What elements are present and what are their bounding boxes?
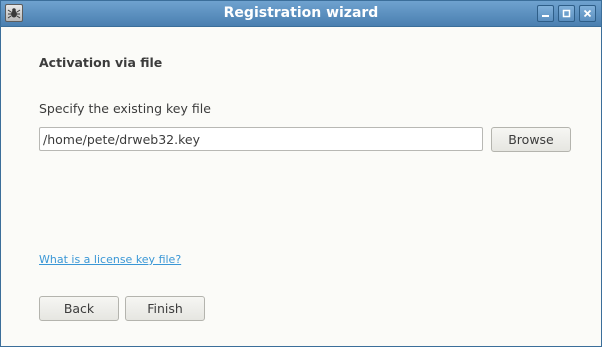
registration-wizard-window: Registration wizard Activation via file …: [0, 0, 602, 347]
browse-button[interactable]: Browse: [491, 127, 571, 152]
title-bar[interactable]: Registration wizard: [1, 1, 601, 27]
maximize-icon: [562, 9, 571, 18]
close-button[interactable]: [579, 5, 596, 22]
window-title: Registration wizard: [223, 5, 379, 21]
close-icon: [583, 9, 592, 18]
back-button[interactable]: Back: [39, 296, 119, 321]
license-key-help-link[interactable]: What is a license key file?: [39, 253, 181, 266]
maximize-button[interactable]: [558, 5, 575, 22]
key-file-path-input[interactable]: [39, 127, 483, 151]
page-heading: Activation via file: [39, 55, 163, 70]
minimize-button[interactable]: [537, 5, 554, 22]
key-file-label: Specify the existing key file: [39, 101, 211, 116]
finish-button[interactable]: Finish: [125, 296, 205, 321]
minimize-icon: [542, 15, 549, 17]
